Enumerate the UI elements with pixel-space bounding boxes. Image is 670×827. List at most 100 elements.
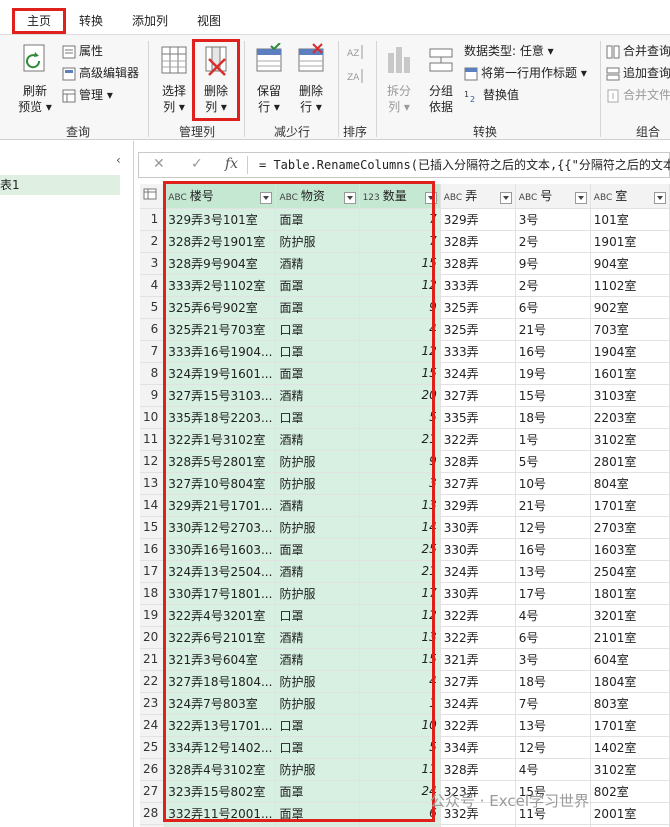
tab-add-column[interactable]: 添加列	[124, 8, 176, 34]
table-cell[interactable]: 324弄	[440, 560, 516, 583]
table-cell[interactable]: 604室	[590, 648, 670, 671]
combine-files-button[interactable]: 合并文件	[606, 87, 670, 103]
sort-descending-icon[interactable]: ZA	[346, 67, 366, 85]
table-cell[interactable]: 325弄	[440, 318, 516, 341]
table-cell[interactable]: 333弄	[440, 274, 516, 297]
column-type-icon[interactable]: ABC	[444, 193, 462, 203]
table-corner-icon[interactable]	[140, 184, 166, 209]
column-header[interactable]: ABC 弄	[440, 184, 516, 209]
table-cell[interactable]: 16号	[515, 538, 591, 561]
table-cell[interactable]: 3102室	[590, 428, 670, 451]
row-number[interactable]: 1	[140, 208, 166, 231]
table-cell[interactable]: 15号	[515, 384, 591, 407]
table-cell[interactable]: 2号	[515, 230, 591, 253]
advanced-editor-button[interactable]: 高级编辑器	[62, 65, 139, 81]
split-column-button[interactable]: 拆分 列 ▾	[380, 43, 418, 115]
column-filter-dropdown-icon[interactable]	[499, 192, 512, 205]
append-queries-button[interactable]: 追加查询	[606, 65, 670, 81]
column-filter-dropdown-icon[interactable]	[654, 192, 666, 205]
table-cell[interactable]: 3201室	[590, 604, 670, 627]
table-cell[interactable]: 902室	[590, 296, 670, 319]
table-cell[interactable]: 9号	[515, 252, 591, 275]
tab-transform[interactable]: 转换	[72, 8, 110, 34]
table-cell[interactable]: 330弄	[440, 516, 516, 539]
query-item-table1[interactable]: 表1	[0, 175, 120, 195]
table-cell[interactable]: 3103室	[590, 384, 670, 407]
table-cell[interactable]: 328弄	[440, 758, 516, 781]
table-cell[interactable]: 12号	[515, 736, 591, 759]
table-cell[interactable]: 904室	[590, 252, 670, 275]
table-cell[interactable]: 2703室	[590, 516, 670, 539]
row-number[interactable]: 23	[140, 692, 166, 715]
table-cell[interactable]: 2203室	[590, 406, 670, 429]
table-cell[interactable]: 322弄	[440, 626, 516, 649]
row-number[interactable]: 19	[140, 604, 166, 627]
table-cell[interactable]: 2101室	[590, 626, 670, 649]
tab-view[interactable]: 视图	[190, 8, 228, 34]
table-cell[interactable]: 2801室	[590, 450, 670, 473]
column-type-icon[interactable]: ABC	[519, 193, 537, 203]
table-cell[interactable]: 18号	[515, 406, 591, 429]
table-cell[interactable]: 325弄	[440, 296, 516, 319]
table-cell[interactable]: 21号	[515, 318, 591, 341]
table-cell[interactable]: 1904室	[590, 340, 670, 363]
keep-rows-button[interactable]: 保留 行 ▾	[250, 42, 288, 115]
row-number[interactable]: 20	[140, 626, 166, 649]
collapse-pane-chevron-icon[interactable]: ‹	[116, 153, 121, 167]
table-cell[interactable]: 13号	[515, 560, 591, 583]
table-cell[interactable]: 19号	[515, 362, 591, 385]
table-cell[interactable]: 328弄	[440, 450, 516, 473]
row-number[interactable]: 24	[140, 714, 166, 737]
table-cell[interactable]: 1701室	[590, 494, 670, 517]
row-number[interactable]: 5	[140, 296, 166, 319]
table-cell[interactable]: 3102室	[590, 758, 670, 781]
row-number[interactable]: 13	[140, 472, 166, 495]
table-cell[interactable]: 16号	[515, 340, 591, 363]
merge-queries-button[interactable]: 合并查询	[606, 43, 670, 59]
column-header[interactable]: ABC 室	[590, 184, 670, 209]
use-first-row-button[interactable]: 将第一行用作标题 ▾	[464, 65, 587, 81]
row-number[interactable]: 28	[140, 802, 166, 825]
row-number[interactable]: 3	[140, 252, 166, 275]
row-number[interactable]: 16	[140, 538, 166, 561]
table-cell[interactable]: 17号	[515, 582, 591, 605]
refresh-preview-button[interactable]: 刷新 预览 ▾	[12, 43, 58, 115]
table-cell[interactable]: 330弄	[440, 538, 516, 561]
table-cell[interactable]: 1601室	[590, 362, 670, 385]
group-by-button[interactable]: 分组 依据	[422, 43, 460, 115]
table-cell[interactable]: 1701室	[590, 714, 670, 737]
table-cell[interactable]: 2504室	[590, 560, 670, 583]
table-cell[interactable]: 18号	[515, 670, 591, 693]
table-cell[interactable]: 803室	[590, 692, 670, 715]
row-number[interactable]: 18	[140, 582, 166, 605]
table-cell[interactable]: 322弄	[440, 604, 516, 627]
properties-button[interactable]: 属性	[62, 43, 103, 59]
table-cell[interactable]: 327弄	[440, 384, 516, 407]
table-cell[interactable]: 4号	[515, 758, 591, 781]
table-cell[interactable]: 334弄	[440, 736, 516, 759]
table-cell[interactable]: 1603室	[590, 538, 670, 561]
row-number[interactable]: 2	[140, 230, 166, 253]
table-cell[interactable]: 1号	[515, 428, 591, 451]
table-cell[interactable]: 321弄	[440, 648, 516, 671]
sort-ascending-icon[interactable]: AZ	[346, 43, 366, 61]
table-cell[interactable]: 327弄	[440, 670, 516, 693]
column-filter-dropdown-icon[interactable]	[574, 192, 587, 205]
row-number[interactable]: 8	[140, 362, 166, 385]
table-cell[interactable]: 802室	[590, 780, 670, 803]
row-number[interactable]: 21	[140, 648, 166, 671]
data-type-dropdown[interactable]: 数据类型: 任意 ▾	[464, 43, 554, 59]
cancel-formula-icon[interactable]: ✕	[153, 156, 165, 172]
table-cell[interactable]: 2号	[515, 274, 591, 297]
table-cell[interactable]: 329弄	[440, 208, 516, 231]
table-cell[interactable]: 1102室	[590, 274, 670, 297]
row-number[interactable]: 27	[140, 780, 166, 803]
table-cell[interactable]: 324弄	[440, 692, 516, 715]
table-cell[interactable]: 329弄	[440, 494, 516, 517]
table-cell[interactable]: 13号	[515, 714, 591, 737]
table-cell[interactable]: 1801室	[590, 582, 670, 605]
remove-rows-button[interactable]: 删除 行 ▾	[292, 43, 330, 115]
tab-home[interactable]: 主页	[12, 8, 66, 34]
row-number[interactable]: 12	[140, 450, 166, 473]
table-cell[interactable]: 4号	[515, 604, 591, 627]
